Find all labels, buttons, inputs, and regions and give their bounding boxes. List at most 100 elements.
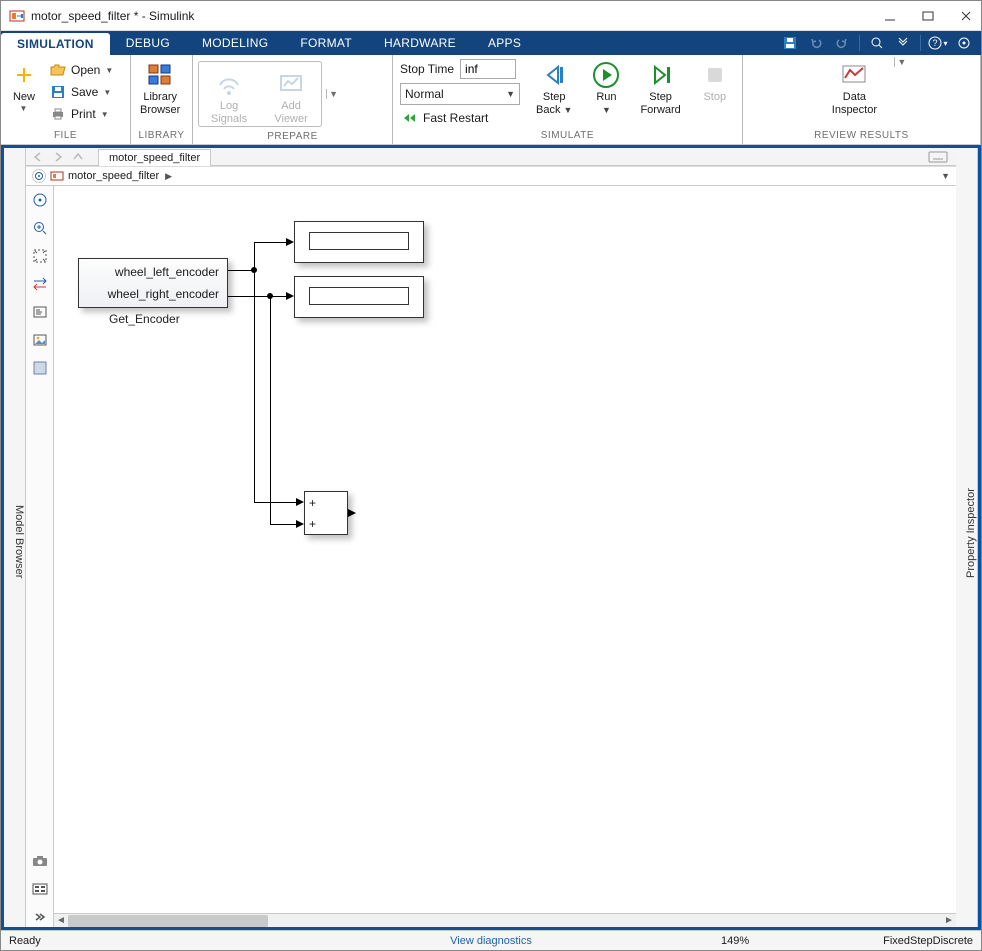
stop-time-label: Stop Time [400, 62, 454, 76]
open-button[interactable]: Open ▼ [46, 59, 118, 81]
group-label-file: FILE [2, 130, 129, 144]
tab-debug[interactable]: DEBUG [110, 31, 186, 55]
palette-camera-icon[interactable] [30, 851, 50, 871]
run-button[interactable]: Run▼ [580, 57, 632, 117]
title-bar: motor_speed_filter * - Simulink [1, 1, 981, 31]
model-browser-sidebar[interactable]: Model Browser [4, 148, 26, 927]
palette-swap-icon[interactable] [30, 274, 50, 294]
crumb-dropdown[interactable]: ▼ [941, 171, 950, 181]
tab-modeling[interactable]: MODELING [186, 31, 284, 55]
group-label-prepare: PREPARE [194, 131, 391, 144]
crumb-model-icon [50, 170, 64, 182]
palette-zoom-icon[interactable] [30, 218, 50, 238]
close-button[interactable] [959, 9, 973, 23]
fast-restart-button[interactable]: Fast Restart [398, 107, 528, 129]
status-bar: Ready View diagnostics 149% FixedStepDis… [1, 930, 981, 950]
step-back-icon [540, 61, 568, 89]
nav-fwd-icon[interactable] [50, 150, 66, 164]
viewer-icon [277, 70, 305, 98]
keyboard-icon[interactable] [928, 151, 948, 163]
data-inspector-button[interactable]: DataInspector [814, 57, 894, 117]
block-get-encoder[interactable]: wheel_left_encoder wheel_right_encoder [78, 258, 228, 308]
qat-undo-icon[interactable] [805, 33, 827, 53]
group-label-simulate: SIMULATE [394, 130, 741, 144]
palette-area-icon[interactable] [30, 358, 50, 378]
block-scope-2[interactable] [294, 276, 424, 318]
maximize-button[interactable] [921, 9, 935, 23]
folder-open-icon [50, 62, 66, 78]
chevron-down-icon: ▼ [105, 66, 114, 75]
log-signals-button[interactable]: LogSignals [203, 66, 255, 126]
document-tab[interactable]: motor_speed_filter [98, 149, 211, 166]
palette-expand-icon[interactable] [30, 907, 50, 927]
status-zoom: 149% [721, 935, 749, 947]
horizontal-scrollbar[interactable]: ◄ ► [54, 913, 956, 927]
quick-access-toolbar: ?▾ [779, 31, 981, 55]
print-button[interactable]: Print ▼ [46, 103, 118, 125]
canvas-palette [26, 186, 54, 927]
ribbon-tab-bar: SIMULATION DEBUG MODELING FORMAT HARDWAR… [1, 31, 981, 55]
qat-help-icon[interactable]: ?▾ [927, 33, 949, 53]
block-sum[interactable]: + + [304, 491, 348, 535]
minimize-button[interactable] [883, 9, 897, 23]
simulation-mode-select[interactable]: Normal ▼ [400, 83, 520, 105]
tab-simulation[interactable]: SIMULATION [1, 33, 110, 55]
fast-restart-icon [402, 110, 418, 126]
play-icon [592, 61, 620, 89]
property-inspector-sidebar[interactable]: Property Inspector [956, 148, 978, 927]
palette-record-icon[interactable] [30, 879, 50, 899]
step-forward-button[interactable]: StepForward [632, 57, 688, 117]
prepare-box: LogSignals AddViewer [198, 61, 322, 127]
status-solver: FixedStepDiscrete [883, 935, 973, 947]
inspector-icon [840, 61, 868, 89]
palette-fit-icon[interactable] [30, 246, 50, 266]
group-label-library: LIBRARY [132, 130, 191, 144]
new-icon [10, 61, 38, 89]
tab-apps[interactable]: APPS [472, 31, 537, 55]
crumb-target-icon[interactable] [32, 169, 46, 183]
tab-hardware[interactable]: HARDWARE [368, 31, 472, 55]
app-icon [9, 8, 25, 24]
workspace: Model Browser motor_speed_filter motor_s… [1, 145, 981, 930]
stop-time-input[interactable] [460, 59, 516, 79]
new-model-button[interactable]: New ▼ [2, 57, 46, 113]
qat-overflow-icon[interactable] [892, 33, 914, 53]
canvas-wrap: wheel_left_encoder wheel_right_encoder G… [54, 186, 956, 927]
save-icon [50, 84, 66, 100]
encoder-port1: wheel_left_encoder [87, 265, 219, 279]
nav-up-icon[interactable] [70, 150, 86, 164]
add-viewer-button[interactable]: AddViewer [265, 66, 317, 126]
palette-target-icon[interactable] [30, 190, 50, 210]
status-ready: Ready [9, 935, 41, 947]
qat-save-icon[interactable] [779, 33, 801, 53]
stop-button[interactable]: Stop [689, 57, 741, 104]
block-scope-1[interactable] [294, 221, 424, 263]
tab-format[interactable]: FORMAT [284, 31, 368, 55]
nav-back-icon[interactable] [30, 150, 46, 164]
view-diagnostics-link[interactable]: View diagnostics [450, 935, 532, 947]
library-browser-button[interactable]: LibraryBrowser [132, 57, 188, 117]
stop-icon [701, 61, 729, 89]
print-icon [50, 106, 66, 122]
prepare-dropdown[interactable]: ▼ [326, 89, 340, 99]
qat-search-icon[interactable] [866, 33, 888, 53]
group-label-review: REVIEW RESULTS [744, 130, 979, 144]
sum-output-port [348, 509, 356, 517]
document-bar: motor_speed_filter [26, 148, 956, 166]
palette-annotation-icon[interactable] [30, 302, 50, 322]
block-name-get-encoder: Get_Encoder [109, 312, 180, 326]
step-back-button[interactable]: StepBack ▼ [528, 57, 580, 117]
chevron-down-icon: ▼ [20, 104, 29, 113]
qat-target-icon[interactable] [953, 33, 975, 53]
crumb-name[interactable]: motor_speed_filter [68, 170, 159, 182]
chevron-down-icon: ▼ [506, 89, 515, 99]
editor: wheel_left_encoder wheel_right_encoder G… [26, 186, 956, 927]
review-dropdown[interactable]: ▼ [894, 57, 908, 67]
scroll-left-icon[interactable]: ◄ [54, 915, 68, 926]
scroll-right-icon[interactable]: ► [942, 915, 956, 926]
save-button[interactable]: Save ▼ [46, 81, 118, 103]
step-forward-icon [647, 61, 675, 89]
canvas[interactable]: wheel_left_encoder wheel_right_encoder G… [54, 186, 956, 913]
qat-redo-icon[interactable] [831, 33, 853, 53]
palette-image-icon[interactable] [30, 330, 50, 350]
